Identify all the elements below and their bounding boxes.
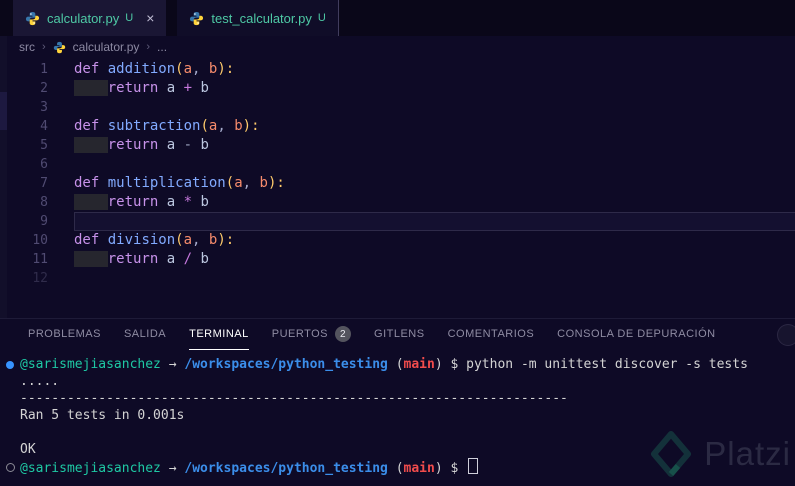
code-text[interactable] [74,212,795,231]
code-text[interactable] [56,98,795,117]
code-line[interactable]: 5 return a - b [0,136,795,155]
code-line[interactable]: 8 return a * b [0,193,795,212]
panel-tab-label: SALIDA [123,328,167,340]
terminal-output[interactable]: @sarismejiasanchez → /workspaces/python_… [0,350,795,476]
line-number: 6 [40,157,48,172]
panel-tab-problemas[interactable]: PROBLEMAS [28,319,101,350]
ports-count-badge: 2 [335,326,352,342]
floating-circle-button[interactable] [777,324,795,346]
indent-whitespace-highlight [74,194,108,210]
code-line[interactable]: 3 [0,98,795,117]
python-icon [53,41,66,54]
terminal-cursor [468,458,479,474]
chevron-right-icon: › [42,41,46,53]
tab-label: calculator.py [47,10,120,26]
line-number: 12 [32,271,48,286]
line-number: 11 [32,252,48,267]
tab-test-calculator-py[interactable]: test_calculator.py U [177,0,339,36]
panel-tab-label: TERMINAL [189,328,249,340]
code-line[interactable]: 7 def multiplication(a, b): [0,174,795,193]
code-text[interactable]: def multiplication(a, b): [56,174,795,193]
code-line[interactable]: 4 def subtraction(a, b): [0,117,795,136]
code-editor[interactable]: 1 def addition(a, b): 2 return a + b 3 4 def … [0,58,795,320]
panel-tab-label: CONSOLA DE DEPURACIÓN [557,328,716,340]
line-number: 7 [40,176,48,191]
code-line[interactable]: 1 def addition(a, b): [0,60,795,79]
code-text[interactable]: def addition(a, b): [56,60,795,79]
code-line[interactable]: 6 [0,155,795,174]
terminal-line: ----------------------------------------… [20,391,568,406]
code-text[interactable]: return a / b [56,250,795,269]
code-line[interactable]: 11 return a / b [0,250,795,269]
left-edge-strip [0,36,7,318]
tab-label: test_calculator.py [211,10,312,26]
breadcrumb-file[interactable]: calculator.py [73,40,140,54]
tab-calculator-py[interactable]: calculator.py U × [13,0,167,36]
left-edge-strip-highlight [0,92,7,130]
panel-tab-bar: PROBLEMAS SALIDA TERMINAL PUERTOS 2 GITLENS CO… [0,319,795,350]
code-text[interactable]: def division(a, b): [56,231,795,250]
editor-lines: 1 def addition(a, b): 2 return a + b 3 4 def … [0,60,795,288]
panel-tab-consola-de-depuraci-n[interactable]: CONSOLA DE DEPURACIÓN [557,319,715,350]
line-number: 8 [40,195,48,210]
line-number: 2 [40,81,48,96]
code-text[interactable]: return a + b [56,79,795,98]
code-text[interactable]: def subtraction(a, b): [56,117,795,136]
panel-tab-label: GITLENS [374,328,425,340]
terminal-line: @sarismejiasanchez → /workspaces/python_… [0,356,795,373]
code-text[interactable]: return a - b [56,136,795,155]
code-line-current[interactable]: 9 [0,212,795,231]
python-icon [189,11,204,26]
line-number: 9 [40,214,48,229]
panel-tab-comentarios[interactable]: COMENTARIOS [448,319,535,350]
git-status-untracked: U [125,12,134,24]
code-text[interactable] [56,155,795,174]
line-number: 5 [40,138,48,153]
code-text[interactable]: return a * b [56,193,795,212]
panel-tab-label: COMENTARIOS [447,328,535,340]
breadcrumb: src › calculator.py › ... [0,36,795,58]
terminal-line: OK [20,442,36,457]
command-pending-circle-icon[interactable] [6,463,15,472]
code-text[interactable] [56,269,795,288]
breadcrumb-symbol[interactable]: ... [157,40,167,54]
line-number: 1 [40,62,48,77]
bottom-panel: PROBLEMAS SALIDA TERMINAL PUERTOS 2 GITLENS CO… [0,318,795,486]
code-line[interactable]: 10 def division(a, b): [0,231,795,250]
code-line[interactable]: 12 [0,269,795,288]
code-line[interactable]: 2 return a + b [0,79,795,98]
panel-tab-label: PUERTOS [271,328,329,340]
chevron-right-icon: › [146,41,151,53]
editor-tab-bar: calculator.py U × test_calculator.py U [0,0,795,36]
indent-whitespace-highlight [74,251,108,267]
indent-whitespace-highlight [74,137,108,153]
line-number: 10 [32,233,48,248]
panel-tab-label: PROBLEMAS [28,328,101,340]
indent-whitespace-highlight [74,80,108,96]
line-number: 4 [40,119,48,134]
python-icon [25,11,40,26]
panel-tab-gitlens[interactable]: GITLENS [374,319,425,350]
line-number: 3 [40,100,48,115]
panel-tab-salida[interactable]: SALIDA [124,319,166,350]
panel-tab-terminal[interactable]: TERMINAL [189,319,249,350]
git-status-untracked: U [317,12,326,24]
breadcrumb-src[interactable]: src [19,40,35,54]
terminal-line: Ran 5 tests in 0.001s [20,408,185,423]
terminal-line: @sarismejiasanchez → /workspaces/python_… [0,458,795,476]
panel-tab-puertos[interactable]: PUERTOS 2 [271,319,352,350]
command-success-dot-icon[interactable] [6,361,14,369]
close-icon[interactable]: × [146,11,154,25]
terminal-line: ..... [20,374,60,389]
